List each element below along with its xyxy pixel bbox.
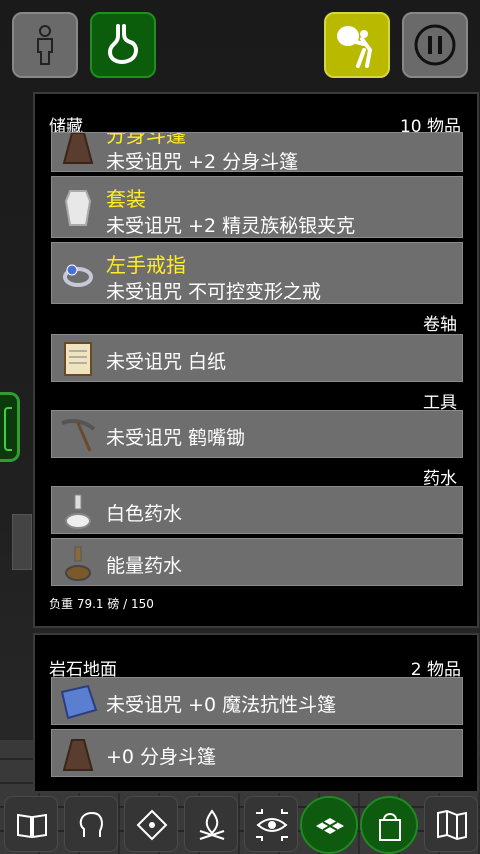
search-eye-icon [256,809,288,841]
floor-header: 岩石地面 2 物品 [35,651,477,680]
stomach-icon [107,24,138,64]
item-desc: 白色药水 [106,503,183,525]
white-potion-icon [65,494,91,529]
scroll-icon [64,342,92,376]
rest-button[interactable] [184,796,238,852]
trap-icon [136,809,168,841]
item-desc: +0 分身斗篷 [106,746,217,768]
floor-panel: 岩石地面 2 物品 未受诅咒 +0 魔法抗性斗篷 +0 分身斗篷 [33,633,479,793]
armor-icon [64,190,92,226]
item-desc: 未受诅咒 不可控变形之戒 [106,281,322,303]
inventory-button[interactable] [360,796,418,854]
pickaxe-icon [61,419,96,452]
inventory-item-potion-energy[interactable]: 能量药水 [51,538,463,586]
cloak-icon [62,739,94,771]
item-desc: 未受诅咒 +0 魔法抗性斗篷 [106,694,337,716]
item-desc: 未受诅咒 +2 分身斗篷 [106,151,299,172]
item-desc: 未受诅咒 鹤嘴锄 [106,427,246,449]
person-icon [37,25,53,65]
floor-tile-icon [316,818,344,834]
campfire-icon [199,809,225,840]
inventory-item-scroll[interactable]: 未受诅咒 白纸 [51,334,463,382]
action-bar [0,796,480,854]
floor-button[interactable] [300,796,358,854]
inventory-item-ring[interactable]: 左手戒指 未受诅咒 不可控变形之戒 [51,242,463,304]
item-desc: 未受诅咒 白纸 [106,351,227,373]
wall-fragment [12,514,32,570]
item-name: 套装 [106,187,146,211]
burden-status-button[interactable] [324,12,390,78]
burden-icon [337,26,373,68]
cloak-icon [62,133,94,164]
pause-icon [414,24,456,66]
pause-button[interactable] [402,12,468,78]
inventory-item-cloak[interactable]: 分身斗篷 未受诅咒 +2 分身斗篷 [51,132,463,172]
spellbook-icon [17,813,47,839]
inventory-icon [379,813,401,841]
head-icon [79,811,103,837]
blue-cloak-icon [60,684,98,720]
ring-icon [63,264,93,287]
search-button[interactable] [244,796,298,852]
item-name: 左手戒指 [106,253,186,277]
floor-item-displacement-cloak[interactable]: +0 分身斗篷 [51,729,463,777]
inventory-panel: 储藏 10 物品 分身斗篷 未受诅咒 +2 分身斗篷 套装 未受诅咒 +2 精灵… [33,92,479,628]
section-scrolls: 卷轴 [423,315,457,335]
map-button[interactable] [424,796,478,852]
inventory-header: 储藏 10 物品 [35,108,477,137]
item-desc: 未受诅咒 +2 精灵族秘银夹克 [106,215,356,237]
character-button[interactable] [12,12,78,78]
inventory-item-potion-white[interactable]: 白色药水 [51,486,463,534]
trap-button[interactable] [124,796,178,852]
item-name: 分身斗篷 [106,132,186,147]
spellbook-button[interactable] [4,796,58,852]
carry-weight: 负重 79.1 磅 / 150 [49,597,154,611]
head-button[interactable] [64,796,118,852]
hunger-status-button[interactable] [90,12,156,78]
inventory-item-armor[interactable]: 套装 未受诅咒 +2 精灵族秘银夹克 [51,176,463,238]
map-icon [437,809,467,841]
item-desc: 能量药水 [106,555,183,577]
floor-item-mr-cloak[interactable]: 未受诅咒 +0 魔法抗性斗篷 [51,677,463,725]
inventory-item-pickaxe[interactable]: 未受诅咒 鹤嘴锄 [51,410,463,458]
side-drawer-handle[interactable] [0,392,20,462]
energy-potion-icon [65,546,91,581]
